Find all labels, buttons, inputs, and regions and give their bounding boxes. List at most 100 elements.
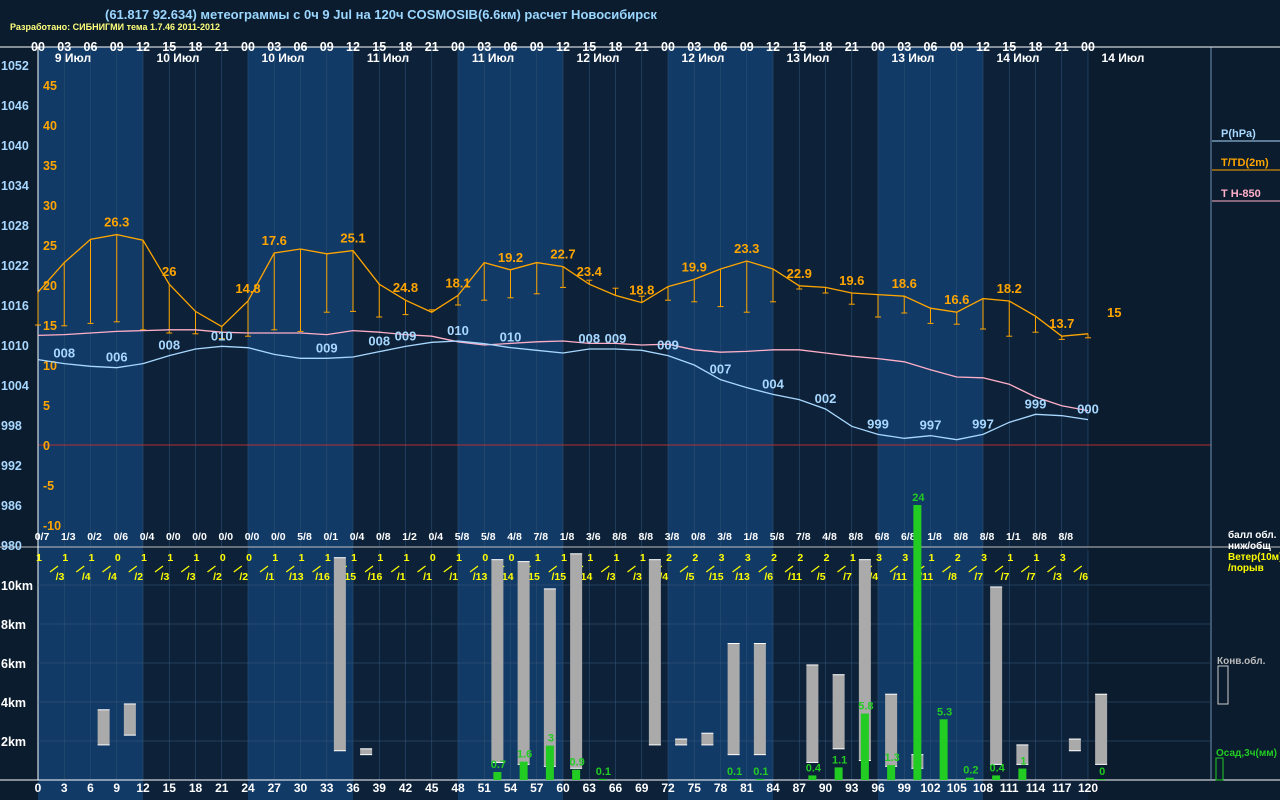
- precip-bar: [545, 745, 554, 780]
- top-hour-label: 12: [766, 40, 780, 54]
- wind-speed-value: 1: [62, 552, 68, 564]
- wind-gust-value: /3: [161, 571, 170, 583]
- pressure-value-label: 997: [920, 418, 942, 433]
- wind-speed-value: 3: [902, 552, 908, 564]
- cloud-cover-value: 1/1: [1006, 531, 1021, 543]
- temperature-value-label: 19.2: [498, 250, 523, 265]
- wind-gust-value: /7: [1001, 571, 1010, 583]
- bottom-hour-label: 84: [766, 781, 780, 795]
- cloud-cover-value: 8/8: [953, 531, 968, 543]
- height-tick-label: 2km: [1, 735, 26, 749]
- wind-gust-value: /13: [289, 571, 304, 583]
- top-hour-label: 21: [425, 40, 439, 54]
- convective-cloud-bar: [97, 709, 110, 745]
- pressure-value-label: 006: [106, 350, 128, 365]
- legend-convective: Конв.обл.: [1217, 655, 1266, 667]
- wind-speed-value: 1: [36, 552, 42, 564]
- convective-cloud-bar: [753, 643, 766, 755]
- top-hour-label: 12: [976, 40, 990, 54]
- legend-wind-line2: /порыв: [1228, 563, 1264, 574]
- cloud-cover-value: 1/8: [927, 531, 942, 543]
- temperature-tick-label: 15: [43, 319, 57, 333]
- convective-cloud-bar: [517, 561, 530, 765]
- wind-gust-value: /11: [893, 571, 907, 583]
- cloud-cover-value: 0/2: [87, 531, 102, 543]
- temperature-value-label: 23.3: [734, 241, 759, 256]
- pressure-tick-label: 1004: [1, 379, 29, 393]
- pressure-tick-label: 986: [1, 499, 22, 513]
- legend-t850: T H-850: [1221, 188, 1261, 200]
- temperature-value-label: 14.8: [235, 281, 260, 296]
- convective-cloud-bar: [832, 674, 845, 749]
- wind-gust-value: /2: [239, 571, 248, 583]
- precip-bar: [834, 767, 843, 780]
- wind-speed-value: 1: [561, 552, 567, 564]
- top-hour-label: 21: [845, 40, 859, 54]
- date-label: 10 Июл: [157, 51, 200, 65]
- pressure-value-label: 009: [657, 338, 679, 353]
- precip-bar: [887, 765, 896, 780]
- precip-bar: [860, 713, 869, 780]
- precip-bar: [493, 771, 502, 780]
- bottom-hour-label: 93: [845, 781, 859, 795]
- bottom-hour-label: 114: [1026, 781, 1046, 795]
- height-tick-label: 8km: [1, 618, 26, 632]
- wind-gust-value: /6: [1079, 571, 1088, 583]
- precip-value-label: 0.1: [596, 766, 611, 778]
- precip-value-label: 24: [912, 492, 925, 504]
- bottom-hour-label: 66: [609, 781, 623, 795]
- legend-cloud-cover-line1: балл обл.: [1228, 529, 1277, 541]
- convective-cloud-bar: [675, 739, 688, 745]
- wind-gust-value: /7: [974, 571, 983, 583]
- wind-speed-value: 0: [220, 552, 226, 564]
- top-hour-label: 00: [31, 40, 45, 54]
- meteogram-chart: 00 03 06 09 12 15 18 21 00 03 06 09 12 15 18 21 00 03 06 09…: [0, 40, 1280, 800]
- top-hour-label: 09: [950, 40, 964, 54]
- cloud-cover-value: 0/4: [140, 531, 155, 543]
- pressure-value-label: 010: [500, 330, 522, 345]
- pressure-tick-label: 1016: [1, 299, 29, 313]
- pressure-tick-label: 992: [1, 459, 22, 473]
- precip-bar: [965, 777, 974, 780]
- pressure-value-label: 999: [1025, 396, 1047, 411]
- pressure-value-label: 004: [762, 376, 784, 391]
- wind-speed-value: 1: [929, 552, 935, 564]
- top-hour-label: 12: [346, 40, 360, 54]
- wind-speed-value: 1: [299, 552, 305, 564]
- bottom-hour-label: 45: [425, 781, 439, 795]
- bottom-hour-label: 33: [320, 781, 334, 795]
- precip-value-label: 0.7: [491, 759, 506, 771]
- date-label: 11 Июл: [472, 51, 514, 65]
- bottom-hour-label: 21: [215, 781, 229, 795]
- cloud-cover-value: 0/4: [350, 531, 365, 543]
- wind-gust-value: /13: [735, 571, 750, 583]
- top-hour-label: 21: [215, 40, 229, 54]
- wind-gust-value: /15: [551, 571, 566, 583]
- pressure-tick-label: 1034: [1, 179, 29, 193]
- bottom-hour-label: 6: [87, 781, 94, 795]
- temperature-value-label: 22.7: [550, 247, 575, 262]
- pressure-value-label: 008: [368, 334, 390, 349]
- wind-gust-value: /1: [266, 571, 275, 583]
- temperature-tick-label: 5: [43, 399, 50, 413]
- legend-pressure: P(hPa): [1221, 128, 1256, 140]
- precip-value-label: 1.1: [832, 754, 847, 766]
- wind-gust-value: /3: [187, 571, 196, 583]
- pressure-value-label: 010: [211, 328, 233, 343]
- top-hour-label: 12: [136, 40, 150, 54]
- top-hour-label: 21: [1055, 40, 1069, 54]
- cloud-cover-value: 8/8: [1058, 531, 1073, 543]
- pressure-tick-label: 1040: [1, 139, 29, 153]
- temperature-value-label: 18.2: [997, 281, 1022, 296]
- top-hour-label: 00: [871, 40, 885, 54]
- legend-wind-line1: Ветер(10м): [1228, 552, 1280, 563]
- wind-speed-value: 3: [745, 552, 751, 564]
- wind-speed-value: 1: [850, 552, 856, 564]
- wind-speed-value: 2: [666, 552, 672, 564]
- temperature-tick-label: 35: [43, 159, 57, 173]
- pressure-value-label: 009: [316, 340, 338, 355]
- bottom-hour-label: 111: [1000, 781, 1019, 795]
- convective-cloud-bar: [491, 559, 504, 763]
- wind-gust-value: /2: [213, 571, 222, 583]
- top-hour-label: 12: [556, 40, 570, 54]
